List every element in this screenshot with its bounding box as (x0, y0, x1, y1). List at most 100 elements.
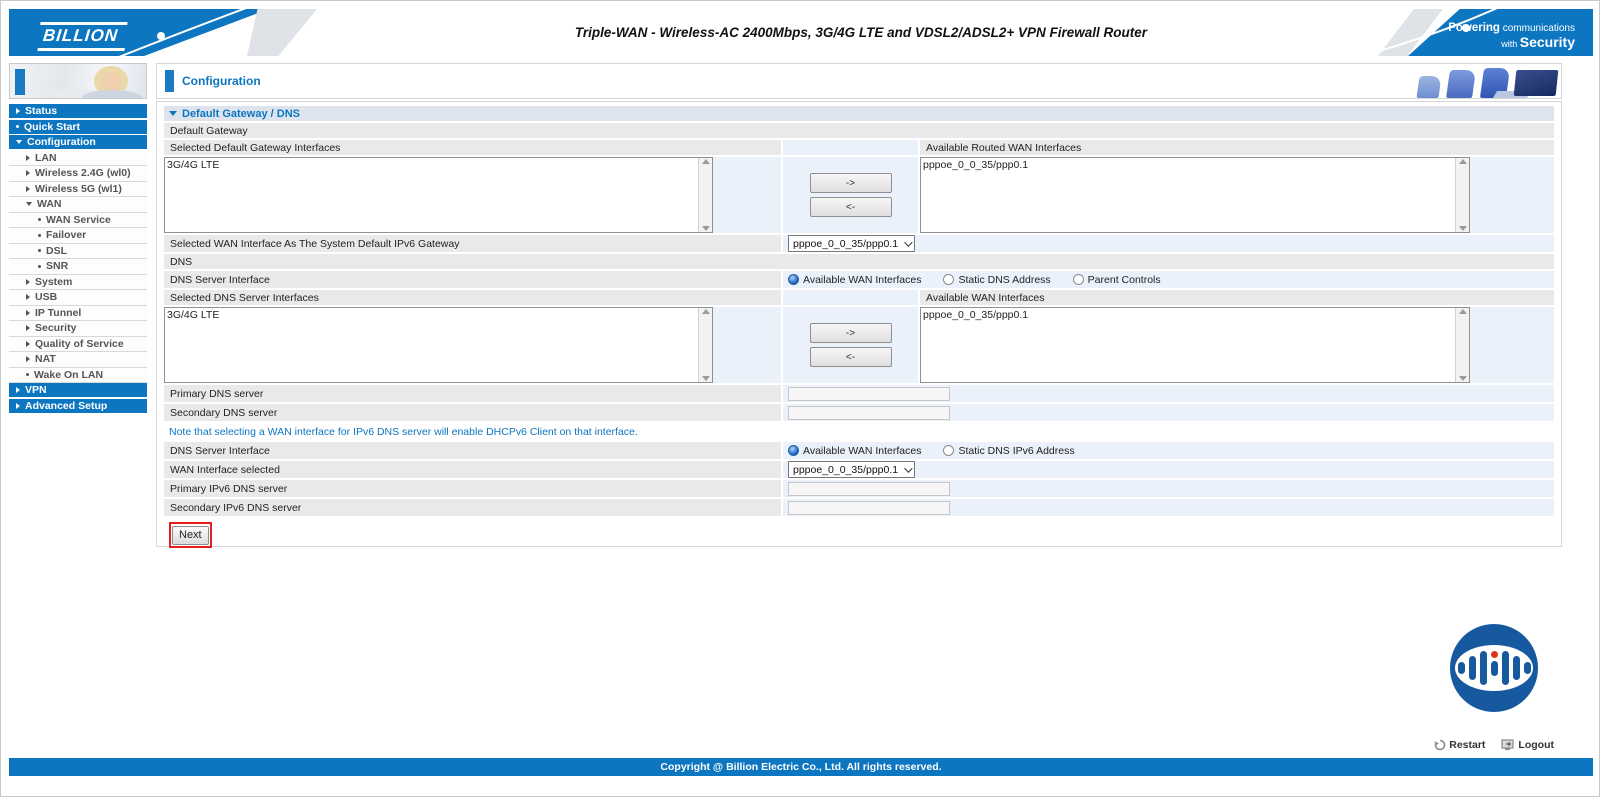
selected-default-gateway-listbox[interactable]: 3G/4G LTE (164, 157, 713, 233)
sidebar-item-quality-of-service[interactable]: Quality of Service (9, 337, 147, 353)
sidebar-item-wan[interactable]: WAN (9, 197, 147, 213)
radio-label: Static DNS Address (958, 274, 1050, 286)
selected-gateway-cell: 3G/4G LTE (164, 157, 781, 233)
chevron-right-icon (16, 403, 20, 409)
dns-move-right-button[interactable]: -> (810, 323, 892, 343)
bullet-icon (16, 125, 19, 128)
bullet-icon (38, 249, 41, 252)
section-title: Default Gateway / DNS (182, 108, 300, 120)
dns-server-interface-options: Available WAN Interfaces Static DNS Addr… (783, 271, 1554, 288)
scroll-up-icon[interactable] (1459, 309, 1467, 314)
listbox-scrollbar[interactable] (698, 308, 712, 382)
scroll-up-icon[interactable] (702, 309, 710, 314)
primary-ipv6-dns-cell (783, 480, 1554, 497)
chevron-right-icon (26, 186, 30, 192)
selected-dns-server-listbox[interactable]: 3G/4G LTE (164, 307, 713, 383)
logout-icon (1501, 739, 1515, 751)
radio-static-dns-ipv6-address[interactable] (943, 445, 954, 456)
listbox-option[interactable]: 3G/4G LTE (167, 309, 696, 322)
radio-parent-controls[interactable] (1073, 274, 1084, 285)
scroll-down-icon[interactable] (702, 226, 710, 231)
product-title: Triple-WAN - Wireless-AC 2400Mbps, 3G/4G… (389, 9, 1333, 56)
spacer-cell (783, 140, 918, 155)
available-gateway-cell: pppoe_0_0_35/ppp0.1 (920, 157, 1554, 233)
logo-bar (1469, 656, 1476, 680)
sidebar-item-label: NAT (35, 353, 56, 365)
chevron-down-icon (904, 464, 912, 472)
sidebar-item-failover[interactable]: Failover (9, 228, 147, 244)
dns-server-interface-label: DNS Server Interface (164, 271, 781, 288)
sidebar-item-system[interactable]: System (9, 275, 147, 291)
ipv6-gateway-select[interactable]: pppoe_0_0_35/ppp0.1 (788, 235, 915, 252)
primary-dns-input[interactable] (788, 387, 950, 401)
chevron-down-icon (904, 238, 912, 246)
logo-bar (1513, 656, 1520, 680)
gateway-move-left-button[interactable]: <- (810, 197, 892, 217)
restart-label: Restart (1449, 739, 1485, 751)
sidebar-item-configuration[interactable]: Configuration (9, 135, 147, 149)
restart-link[interactable]: Restart (1434, 739, 1485, 751)
secondary-dns-input[interactable] (788, 406, 950, 420)
listbox-option[interactable]: pppoe_0_0_35/ppp0.1 (923, 159, 1453, 172)
sidebar-item-lan[interactable]: LAN (9, 151, 147, 167)
sidebar-item-nat[interactable]: NAT (9, 352, 147, 368)
sidebar-item-wake-on-lan[interactable]: Wake On LAN (9, 368, 147, 384)
primary-ipv6-dns-input[interactable] (788, 482, 950, 496)
scroll-down-icon[interactable] (1459, 226, 1467, 231)
group-label-dns: DNS (164, 254, 1554, 269)
configuration-title-bar: Configuration (156, 63, 1562, 99)
sidebar-banner-face (102, 72, 122, 92)
sidebar-item-label: Configuration (27, 136, 96, 148)
sidebar-item-usb[interactable]: USB (9, 290, 147, 306)
sidebar-item-label: USB (35, 291, 57, 303)
radio-available-wan-interfaces[interactable] (788, 274, 799, 285)
router-admin-page: BILLION Triple-WAN - Wireless-AC 2400Mbp… (0, 0, 1600, 797)
scroll-up-icon[interactable] (702, 159, 710, 164)
ipv6-gateway-cell: pppoe_0_0_35/ppp0.1 (783, 235, 1554, 252)
secondary-dns-cell (783, 404, 1554, 421)
listbox-option[interactable]: pppoe_0_0_35/ppp0.1 (923, 309, 1453, 322)
scroll-up-icon[interactable] (1459, 159, 1467, 164)
office-decor-image (1414, 66, 1559, 98)
sidebar-item-wan-service[interactable]: WAN Service (9, 213, 147, 229)
listbox-option[interactable]: 3G/4G LTE (167, 159, 696, 172)
listbox-scrollbar[interactable] (1455, 308, 1469, 382)
sidebar-item-quick-start[interactable]: Quick Start (9, 120, 147, 134)
sidebar-item-security[interactable]: Security (9, 321, 147, 337)
bullet-icon (38, 218, 41, 221)
wan-interface-select[interactable]: pppoe_0_0_35/ppp0.1 (788, 461, 915, 478)
secondary-ipv6-dns-input[interactable] (788, 501, 950, 515)
sidebar-item-status[interactable]: Status (9, 104, 147, 118)
sidebar-item-dsl[interactable]: DSL (9, 244, 147, 260)
logo-red-dot (1491, 651, 1498, 658)
radio-static-dns-address[interactable] (943, 274, 954, 285)
logout-link[interactable]: Logout (1501, 739, 1554, 751)
session-links: Restart Logout (1434, 739, 1554, 751)
dns-move-left-button[interactable]: <- (810, 347, 892, 367)
sidebar-item-wireless-2-4g-wl0[interactable]: Wireless 2.4G (wl0) (9, 166, 147, 182)
listbox-scrollbar[interactable] (1455, 158, 1469, 232)
decor-chair-2 (1446, 70, 1476, 98)
sidebar-item-snr[interactable]: SNR (9, 259, 147, 275)
chevron-down-icon (169, 111, 177, 116)
radio-ipv6-available-wan-interfaces[interactable] (788, 445, 799, 456)
wan-interface-selected-cell: pppoe_0_0_35/ppp0.1 (783, 461, 1554, 478)
scroll-down-icon[interactable] (702, 376, 710, 381)
gateway-move-right-button[interactable]: -> (810, 173, 892, 193)
available-wan-listbox[interactable]: pppoe_0_0_35/ppp0.1 (920, 307, 1470, 383)
sidebar-item-vpn[interactable]: VPN (9, 383, 147, 397)
sidebar-banner-shoulders (82, 90, 142, 99)
listbox-scrollbar[interactable] (698, 158, 712, 232)
sidebar-item-label: Status (25, 105, 57, 117)
available-routed-wan-listbox[interactable]: pppoe_0_0_35/ppp0.1 (920, 157, 1470, 233)
scroll-down-icon[interactable] (1459, 376, 1467, 381)
tagline-communications: communications (1503, 23, 1575, 34)
sidebar-item-ip-tunnel[interactable]: IP Tunnel (9, 306, 147, 322)
sidebar-item-wireless-5g-wl1[interactable]: Wireless 5G (wl1) (9, 182, 147, 198)
next-button[interactable]: Next (172, 526, 209, 545)
sidebar-item-advanced-setup[interactable]: Advanced Setup (9, 399, 147, 413)
radio-label: Static DNS IPv6 Address (958, 445, 1074, 457)
tagline: Powering communications with Security (1448, 22, 1575, 49)
sidebar-item-label: SNR (46, 260, 68, 272)
section-header-default-gateway-dns[interactable]: Default Gateway / DNS (164, 106, 1554, 121)
